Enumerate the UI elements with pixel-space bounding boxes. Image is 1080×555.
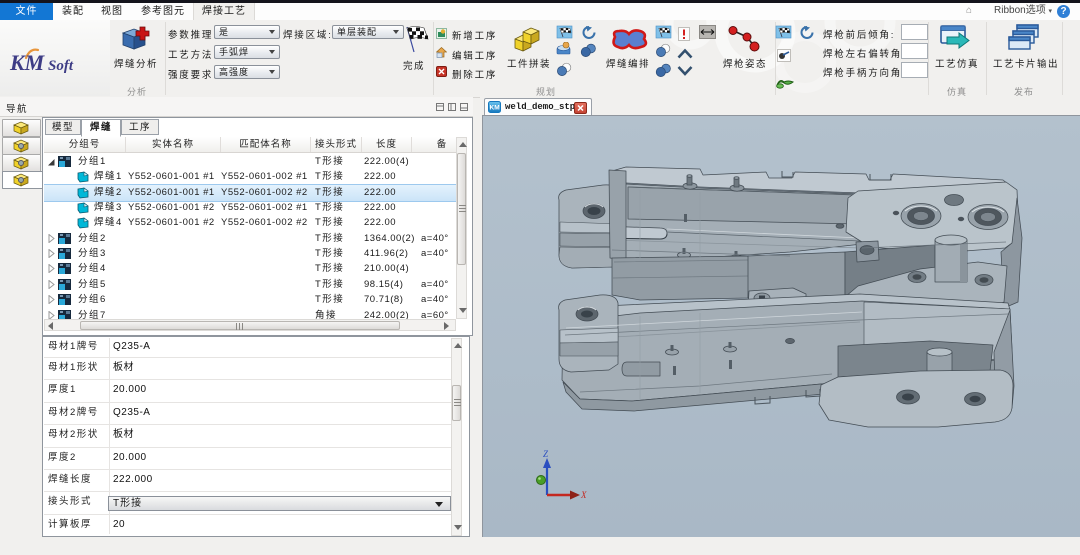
svg-text:KM: KM xyxy=(9,50,46,75)
svg-text:Z: Z xyxy=(543,449,549,459)
svg-text:Soft: Soft xyxy=(48,58,74,74)
svg-text:KM: KM xyxy=(490,105,500,112)
svg-text:X: X xyxy=(580,490,587,500)
